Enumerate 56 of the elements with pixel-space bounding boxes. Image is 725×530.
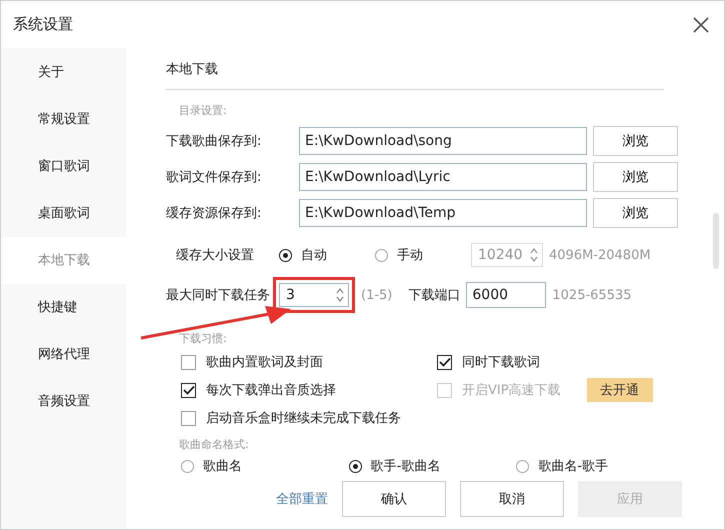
field-label: 歌词文件保存到: bbox=[166, 169, 262, 186]
section-heading: 下载习惯: bbox=[178, 331, 228, 346]
checkbox-label: 同时下载歌词 bbox=[462, 354, 540, 371]
section-heading: 歌曲命名格式: bbox=[178, 437, 250, 452]
checkbox[interactable] bbox=[437, 354, 452, 370]
browse-button[interactable]: 浏览 bbox=[593, 126, 678, 156]
checkbox-label: 歌曲内置歌词及封面 bbox=[206, 354, 323, 371]
checkbox-label: 开启VIP高速下载 bbox=[462, 382, 561, 399]
range-hint: 1025-65535 bbox=[552, 288, 632, 302]
port-input-field[interactable]: 6000 bbox=[466, 282, 546, 308]
path-input-field[interactable]: E:\KwDownload\song bbox=[299, 127, 587, 155]
radio-label: 歌曲名 bbox=[203, 458, 242, 475]
dialog-button[interactable]: 确认 bbox=[342, 481, 446, 517]
sidebar-item[interactable]: 网络代理 bbox=[1, 331, 126, 378]
field-label: 缓存资源保存到: bbox=[166, 205, 262, 222]
radio-button[interactable] bbox=[181, 460, 194, 472]
path-input-field[interactable]: E:\KwDownload\Temp bbox=[299, 199, 587, 227]
field-label: 最大同时下载任务 bbox=[166, 287, 270, 304]
sidebar-item[interactable]: 常规设置 bbox=[1, 96, 126, 143]
checkbox[interactable] bbox=[181, 354, 196, 370]
range-hint: 4096M-20480M bbox=[549, 248, 651, 262]
radio-label: 自动 bbox=[301, 247, 327, 264]
spinner-arrows-icon[interactable] bbox=[336, 287, 344, 303]
path-input-field[interactable]: E:\KwDownload\Lyric bbox=[299, 163, 587, 191]
checkbox[interactable] bbox=[181, 382, 196, 398]
checkbox-label: 每次下载弹出音质选择 bbox=[206, 382, 336, 399]
field-label: 缓存大小设置 bbox=[176, 247, 255, 264]
radio-label: 歌手-歌曲名 bbox=[370, 458, 440, 475]
section-title: 本地下载 bbox=[166, 61, 219, 78]
sidebar-item[interactable]: 窗口歌词 bbox=[1, 143, 126, 190]
sidebar-item[interactable]: 关于 bbox=[1, 49, 126, 96]
section-heading: 目录设置: bbox=[178, 103, 228, 118]
radio-button[interactable] bbox=[279, 248, 292, 262]
field-label: 下载端口 bbox=[408, 287, 460, 304]
close-icon[interactable] bbox=[692, 16, 710, 34]
field-label: 下载歌曲保存到: bbox=[166, 133, 262, 150]
sidebar-item[interactable]: 快捷键 bbox=[1, 284, 126, 331]
browse-button[interactable]: 浏览 bbox=[593, 162, 678, 192]
checkbox[interactable] bbox=[181, 410, 196, 426]
radio-button[interactable] bbox=[375, 248, 388, 262]
sidebar-item[interactable]: 音频设置 bbox=[1, 378, 126, 425]
scrollbar-thumb[interactable] bbox=[713, 213, 719, 269]
radio-button[interactable] bbox=[516, 460, 530, 472]
radio-label: 手动 bbox=[397, 247, 423, 264]
spinner-arrows-icon[interactable] bbox=[530, 247, 538, 263]
range-hint: (1-5) bbox=[361, 288, 392, 302]
checkbox-label: 启动音乐盒时继续未完成下载任务 bbox=[206, 410, 401, 427]
sidebar-item[interactable]: 桌面歌词 bbox=[1, 190, 126, 237]
number-input-field[interactable]: 3 bbox=[279, 283, 349, 307]
reset-link[interactable]: 全部重置 bbox=[276, 490, 328, 508]
sidebar-item[interactable]: 本地下载 bbox=[1, 237, 126, 284]
dialog-button[interactable]: 取消 bbox=[460, 481, 564, 517]
radio-label: 歌曲名-歌手 bbox=[538, 458, 608, 475]
window-title: 系统设置 bbox=[13, 15, 73, 34]
radio-button[interactable] bbox=[348, 460, 362, 472]
browse-button[interactable]: 浏览 bbox=[593, 198, 678, 228]
